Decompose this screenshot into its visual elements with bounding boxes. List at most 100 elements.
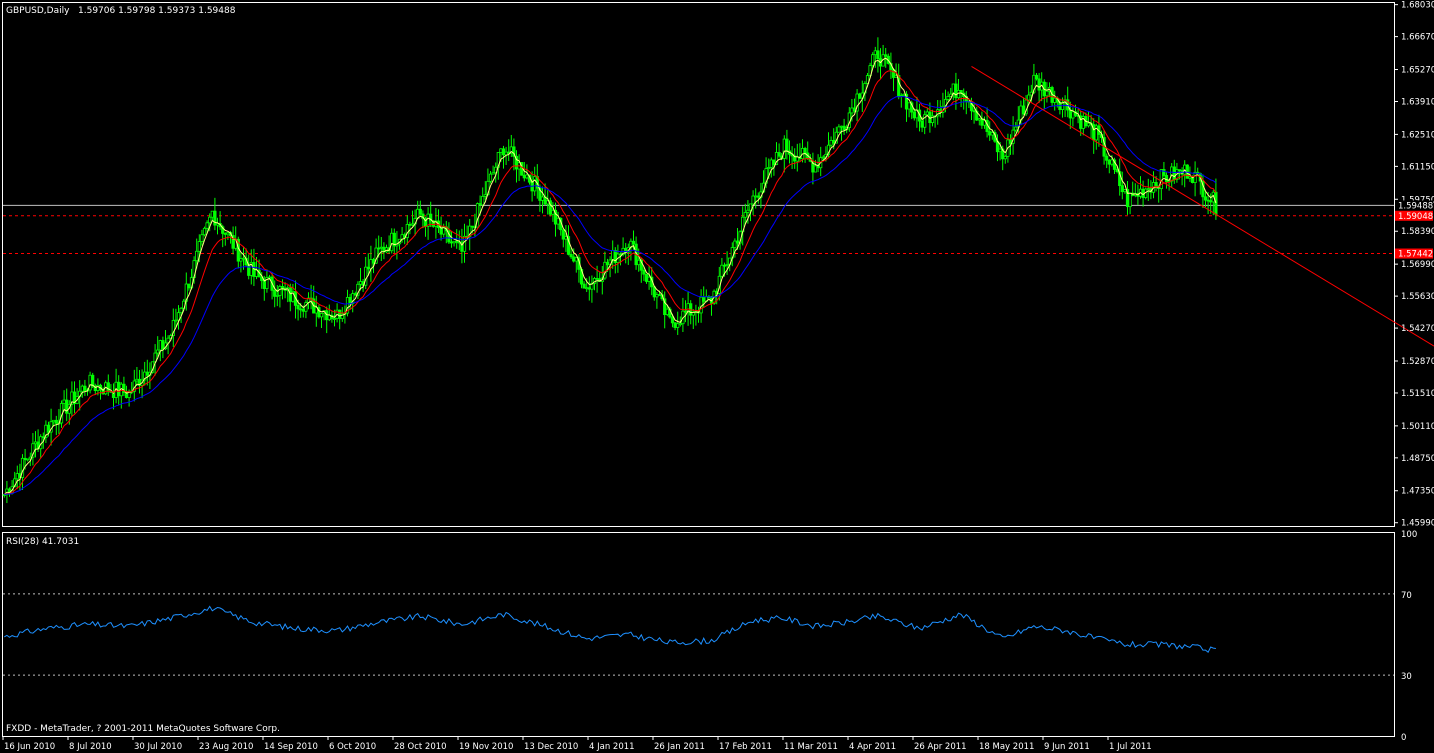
candle: [1094, 123, 1098, 150]
candle: [449, 231, 454, 248]
candle-body: [676, 323, 680, 328]
price-tick-label: 1.65270: [1401, 66, 1434, 76]
candle: [122, 376, 126, 397]
candle-body: [197, 241, 201, 252]
candle-body: [1045, 90, 1049, 97]
date-axis: 16 Jun 2010 8 Jul 2010 30 Jul 2010 23 Aug 2…: [2, 736, 1152, 752]
candle-body: [871, 54, 875, 67]
rsi-axis: 100 70 30 0: [1401, 530, 1417, 743]
candle-body: [52, 419, 56, 423]
candle: [176, 305, 181, 330]
candle: [587, 276, 591, 301]
candle: [769, 157, 773, 178]
candle: [314, 295, 318, 327]
candle-body: [299, 308, 303, 311]
candle-body: [106, 382, 110, 392]
candle-body: [462, 235, 467, 252]
candle: [1042, 79, 1046, 110]
candle: [938, 100, 942, 118]
candle: [988, 121, 992, 141]
candle-body: [1206, 199, 1210, 202]
candle-body: [1188, 176, 1192, 179]
candle: [751, 190, 755, 216]
candle: [611, 240, 615, 269]
candle-body: [296, 305, 300, 310]
candle-body: [988, 131, 992, 136]
candle: [288, 283, 292, 312]
price-plot-area: [2, 37, 1434, 504]
candle-body: [483, 194, 487, 197]
candle-body: [504, 151, 508, 156]
candle-body: [767, 167, 771, 170]
candle: [730, 242, 734, 267]
candle-body: [920, 120, 924, 128]
candle: [793, 148, 797, 169]
price-tick-label: 1.51510: [1401, 389, 1434, 399]
candle: [951, 83, 955, 101]
candle-body: [561, 229, 565, 240]
candle-body: [720, 264, 724, 277]
support-price-2-label: 1.57442: [1398, 250, 1433, 260]
candle: [803, 146, 807, 163]
candle-body: [803, 147, 807, 154]
candle: [187, 283, 191, 291]
candle-body: [1086, 122, 1091, 127]
candle-body: [452, 240, 456, 244]
candle: [275, 284, 279, 307]
candle: [218, 211, 222, 230]
candle-body: [358, 281, 363, 285]
candle-body: [262, 280, 266, 289]
candle-body: [756, 195, 760, 198]
candle-body: [273, 289, 277, 297]
candle-body: [769, 159, 773, 168]
price-tick-label: 1.61150: [1401, 162, 1434, 172]
candle: [785, 129, 789, 160]
candle-body: [670, 316, 675, 324]
candle-body: [1172, 166, 1176, 180]
candle-body: [26, 458, 30, 461]
candle: [200, 229, 204, 246]
candle: [811, 152, 815, 185]
candle: [265, 269, 269, 293]
candle: [1034, 72, 1039, 81]
candle-body: [1209, 200, 1213, 203]
candle: [356, 281, 360, 300]
candle-body: [1214, 191, 1218, 215]
candle-body: [195, 250, 199, 262]
candle-body: [499, 148, 503, 153]
candle-body: [977, 118, 981, 121]
candle: [1014, 121, 1018, 133]
price-tick-label: 1.52870: [1401, 357, 1434, 367]
rsi-axis-label: 30: [1401, 672, 1412, 682]
candle-body: [1162, 169, 1166, 176]
candle: [964, 91, 968, 115]
candle-body: [647, 276, 651, 282]
candle: [574, 256, 578, 273]
candle-body: [481, 196, 485, 206]
candle: [1003, 154, 1007, 164]
candle: [88, 371, 92, 394]
date-tick-label: 23 Aug 2010: [199, 742, 253, 752]
candle: [676, 311, 680, 335]
candle-body: [884, 54, 888, 57]
candle: [226, 231, 230, 240]
candle: [917, 103, 922, 132]
candle: [842, 118, 846, 135]
rsi-line: [4, 605, 1216, 653]
candle-body: [533, 176, 537, 192]
candle: [907, 102, 911, 118]
price-tick-label: 1.54270: [1401, 324, 1434, 334]
price-tick-label: 1.68030: [1401, 1, 1434, 11]
candle: [561, 229, 565, 248]
candle-body: [241, 257, 246, 260]
candle-body: [338, 309, 342, 319]
date-tick-label: 14 Sep 2010: [264, 742, 318, 752]
rsi-plot-area: [3, 593, 1394, 676]
candle: [426, 207, 430, 240]
candle-body: [1120, 185, 1124, 193]
candle: [75, 388, 79, 405]
candle: [286, 285, 290, 303]
candle-body: [829, 139, 833, 146]
candle: [309, 284, 313, 310]
candle-body: [1123, 189, 1127, 193]
